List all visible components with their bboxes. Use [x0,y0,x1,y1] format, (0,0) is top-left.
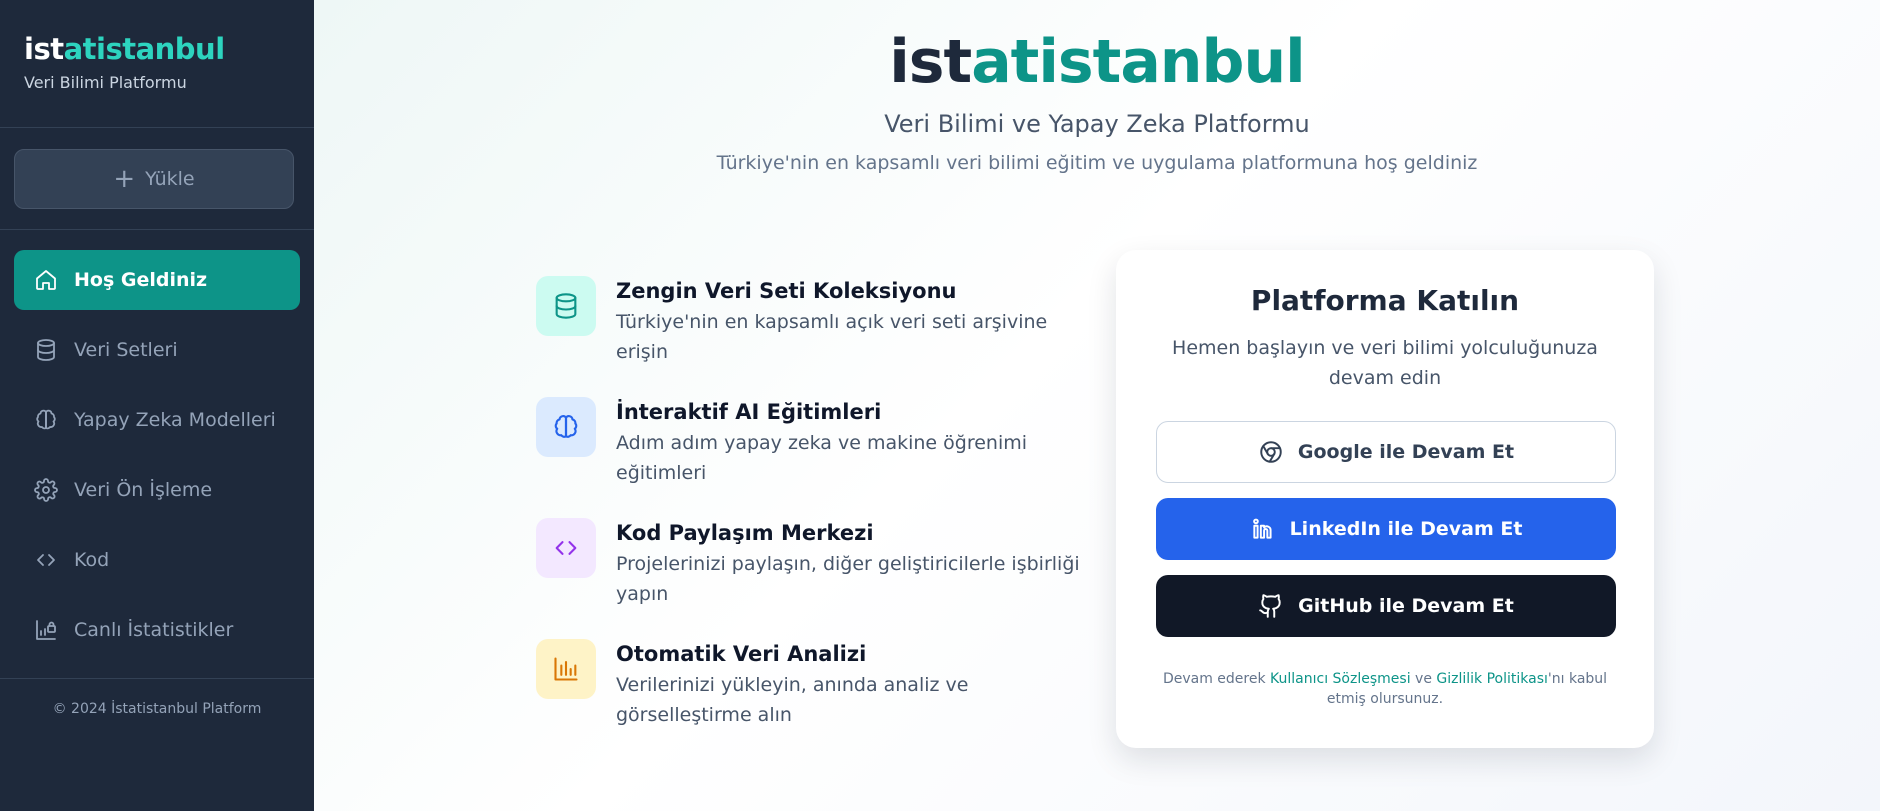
sidebar-item-label: Yapay Zeka Modelleri [74,409,276,431]
linkedin-icon [1252,518,1272,539]
hero-logo: istatistanbul [889,27,1306,97]
github-button-label: GitHub ile Devam Et [1298,595,1514,617]
database-icon [37,339,55,361]
bar-chart-icon [536,639,596,699]
privacy-link[interactable]: Gizlilik Politikası [1436,671,1548,687]
sidebar-logo[interactable]: istatistanbul [24,30,290,68]
hero: istatistanbul Veri Bilimi ve Yapay Zeka … [314,26,1880,174]
feature-list: Zengin Veri Seti Koleksiyonu Türkiye'nin… [536,276,1086,760]
main-content: istatistanbul Veri Bilimi ve Yapay Zeka … [314,0,1880,811]
sidebar-item-live-stats[interactable]: Canlı İstatistikler [14,600,300,660]
code-icon [37,554,55,566]
home-icon [36,270,56,290]
plus-icon: + [113,164,136,194]
feature-item: Otomatik Veri Analizi Verilerinizi yükle… [536,639,1086,730]
copyright: © 2024 İstatistanbul Platform [52,701,262,717]
card-description: Hemen başlayın ve veri bilimi yolculuğun… [1172,337,1598,389]
feature-description: Adım adım yapay zeka ve makine öğrenimi … [616,432,1028,484]
github-icon [1259,594,1281,618]
github-signin-button[interactable]: GitHub ile Devam Et [1156,575,1616,637]
chart-lock-icon [36,620,56,640]
sidebar-item-ai-models[interactable]: Yapay Zeka Modelleri [14,390,300,450]
upload-button[interactable]: + Yükle [14,149,294,209]
feature-title: Kod Paylaşım Merkezi [616,521,874,545]
hero-description: Türkiye'nin en kapsamlı veri bilimi eğit… [716,152,1478,174]
sidebar-nav: Hoş Geldiniz Veri Setleri Yapay Zeka Mod… [0,230,314,679]
terms-link[interactable]: Kullanıcı Sözleşmesi [1270,671,1411,687]
upload-label: Yükle [145,168,195,190]
sidebar-item-welcome[interactable]: Hoş Geldiniz [14,250,300,310]
feature-description: Verilerinizi yükleyin, anında analiz ve … [616,674,969,726]
gear-icon [34,478,58,502]
signup-card: Platforma Katılın Hemen başlayın ve veri… [1116,250,1654,748]
sidebar-item-label: Kod [74,549,110,571]
chrome-icon [1260,441,1282,463]
google-signin-button[interactable]: Google ile Devam Et [1156,421,1616,483]
card-title: Platforma Katılın [1250,284,1520,317]
hero-subtitle: Veri Bilimi ve Yapay Zeka Platformu [884,110,1310,138]
database-icon [536,276,596,336]
sidebar-item-datasets[interactable]: Veri Setleri [14,320,300,380]
brain-icon [36,409,56,430]
sidebar-item-code[interactable]: Kod [14,530,300,590]
sidebar-item-label: Canlı İstatistikler [74,619,234,641]
linkedin-button-label: LinkedIn ile Devam Et [1289,518,1523,540]
google-button-label: Google ile Devam Et [1297,441,1515,463]
sidebar: istatistanbul Veri Bilimi Platformu + Yü… [0,0,314,811]
sidebar-item-label: Veri Setleri [74,339,178,361]
brain-icon [536,397,596,457]
feature-title: Otomatik Veri Analizi [616,642,867,666]
feature-title: Zengin Veri Seti Koleksiyonu [616,279,957,303]
sidebar-item-label: Veri Ön İşleme [74,479,213,501]
sidebar-item-preprocessing[interactable]: Veri Ön İşleme [14,460,300,520]
code-icon [536,518,596,578]
sidebar-item-label: Hoş Geldiniz [74,269,208,291]
upload-section: + Yükle [0,128,314,230]
linkedin-signin-button[interactable]: LinkedIn ile Devam Et [1156,498,1616,560]
feature-title: İnteraktif AI Eğitimleri [616,400,882,424]
sidebar-subtitle: Veri Bilimi Platformu [24,73,187,92]
feature-item: Kod Paylaşım Merkezi Projelerinizi payla… [536,518,1086,609]
legal-notice: Devam ederek Kullanıcı Sözleşmesi ve Giz… [1162,671,1608,707]
feature-description: Projelerinizi paylaşın, diğer geliştiric… [616,553,1080,605]
sidebar-brand: istatistanbul Veri Bilimi Platformu [0,0,314,128]
feature-item: Zengin Veri Seti Koleksiyonu Türkiye'nin… [536,276,1086,367]
feature-item: İnteraktif AI Eğitimleri Adım adım yapay… [536,397,1086,488]
feature-description: Türkiye'nin en kapsamlı açık veri seti a… [616,311,1048,363]
